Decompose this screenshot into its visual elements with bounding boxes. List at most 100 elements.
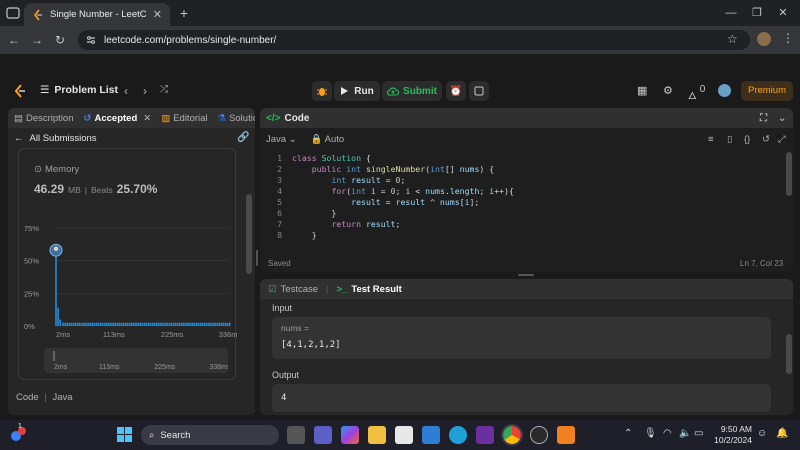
browser-tab[interactable]: Single Number - LeetCode ✕: [24, 3, 170, 26]
site-settings-icon[interactable]: [86, 35, 96, 45]
tail-bar: [74, 322, 77, 326]
file-explorer-icon[interactable]: [368, 426, 386, 444]
tray-chevron-icon[interactable]: ⌃: [624, 428, 632, 439]
bookmark-icon[interactable]: ▯: [727, 134, 732, 145]
taskbar-search[interactable]: ⌕ Search: [141, 425, 279, 445]
collapse-icon[interactable]: ⌄: [778, 113, 786, 124]
tab-accepted[interactable]: ↺ Accepted ✕: [84, 113, 152, 124]
github-icon[interactable]: [530, 426, 548, 444]
tail-bar: [166, 322, 169, 326]
streak-counter[interactable]: 🜂 0: [688, 84, 705, 105]
task-view-icon[interactable]: [287, 426, 305, 444]
chrome-icon[interactable]: [501, 424, 523, 446]
wifi-icon[interactable]: ◠: [663, 428, 672, 439]
restore-icon[interactable]: ❐: [748, 4, 766, 22]
system-clock[interactable]: 9:50 AM 10/2/2024: [710, 424, 752, 446]
copilot-icon[interactable]: [341, 426, 359, 444]
reset-icon[interactable]: ↺: [762, 134, 770, 145]
back-icon[interactable]: ←: [6, 32, 22, 48]
close-window-icon[interactable]: ✕: [774, 4, 792, 22]
tail-bar: [193, 322, 196, 326]
settings-gear-icon[interactable]: ⚙: [663, 84, 673, 97]
auto-mode[interactable]: 🔒 Auto: [311, 134, 345, 145]
left-panel-scrollbar[interactable]: [246, 194, 252, 274]
code-panel-header: </> Code ⛶ ⌄: [260, 108, 793, 128]
expand-icon[interactable]: ⤢: [778, 134, 786, 145]
tab-search-icon[interactable]: [6, 6, 20, 20]
format-icon[interactable]: ≡: [708, 134, 714, 145]
vertical-splitter[interactable]: [256, 250, 258, 266]
footer-lang-label: Java: [52, 392, 73, 403]
memory-distribution-chart[interactable]: 75% 50% 25% 0% 2ms 113ms 225ms 336ms: [22, 218, 237, 344]
tail-bar: [160, 322, 162, 326]
user-avatar[interactable]: [718, 84, 731, 97]
store-icon[interactable]: [395, 426, 413, 444]
editor-scrollbar[interactable]: [786, 152, 792, 196]
tail-bar: [112, 322, 114, 326]
volume-icon[interactable]: 🔈: [679, 428, 691, 439]
tail-bar: [228, 322, 231, 326]
debug-button[interactable]: [312, 81, 332, 101]
code-content[interactable]: 1 class Solution { 2 public int singleNum…: [260, 153, 780, 241]
close-tab-accepted-icon[interactable]: ✕: [143, 113, 151, 124]
tail-bar: [116, 322, 119, 326]
browser-menu-icon[interactable]: ⋮: [782, 31, 794, 45]
tab-solutions[interactable]: ⚗Solutio: [218, 113, 255, 124]
tab-editorial[interactable]: ▥ Editorial: [161, 113, 207, 124]
horizontal-splitter[interactable]: [518, 274, 534, 276]
forward-icon[interactable]: →: [29, 32, 45, 48]
tab-testcase[interactable]: ☑ Testcase: [268, 284, 318, 295]
close-tab-icon[interactable]: ✕: [153, 8, 162, 21]
vlc-icon[interactable]: [557, 426, 575, 444]
mail-icon[interactable]: [422, 426, 440, 444]
intellij-icon[interactable]: [476, 426, 494, 444]
test-panel-scrollbar[interactable]: [786, 334, 792, 374]
url-field[interactable]: leetcode.com/problems/single-number/: [78, 30, 750, 50]
range-selector[interactable]: 2ms 113ms 225ms 336ms: [44, 348, 228, 373]
tail-bar: [158, 322, 160, 326]
tail-bar: [81, 322, 83, 326]
notifications-bell-icon[interactable]: 🔔: [776, 428, 788, 439]
leetcode-logo-icon[interactable]: [12, 83, 28, 99]
microphone-icon[interactable]: 🎙: [644, 428, 657, 439]
premium-button[interactable]: Premium: [741, 81, 793, 101]
share-link-icon[interactable]: 🔗: [237, 132, 249, 143]
tail-bar: [87, 322, 89, 326]
layout-grid-icon[interactable]: ▦: [637, 84, 647, 97]
y-tick-label: 0%: [24, 322, 35, 331]
submit-button[interactable]: Submit: [382, 81, 442, 101]
code-brackets-icon: </>: [266, 112, 281, 124]
minimize-icon[interactable]: —: [722, 4, 740, 22]
profile-avatar[interactable]: [757, 32, 771, 46]
braces-icon[interactable]: {}: [744, 134, 750, 145]
reload-icon[interactable]: ↻: [52, 32, 68, 48]
tail-bar: [141, 322, 144, 326]
teams-icon[interactable]: [314, 426, 332, 444]
code-line: 5 result = result ^ nums[i];: [277, 197, 480, 207]
random-problem-icon[interactable]: ⤮: [160, 84, 168, 95]
x-tick-label: 2ms: [56, 330, 70, 339]
prev-problem-icon[interactable]: ‹: [124, 84, 128, 98]
notes-button[interactable]: [469, 81, 489, 101]
clock-date: 10/2/2024: [714, 435, 752, 445]
emoji-icon[interactable]: ☺: [757, 428, 767, 439]
tail-bar: [135, 322, 137, 326]
tail-bar: [139, 322, 141, 326]
next-problem-icon[interactable]: ›: [143, 84, 147, 98]
language-select[interactable]: Java ⌄: [266, 134, 297, 145]
tail-bar: [137, 322, 139, 326]
bookmark-star-icon[interactable]: ☆: [727, 32, 738, 46]
run-button[interactable]: Run: [334, 81, 380, 101]
tab-test-result[interactable]: >_ Test Result: [337, 284, 402, 295]
tab-description[interactable]: ▤ Description: [14, 113, 74, 124]
battery-icon[interactable]: ▭: [694, 428, 703, 439]
problem-list-button[interactable]: ☰ Problem List: [40, 84, 118, 96]
edge-icon[interactable]: [449, 426, 467, 444]
bug-icon: [317, 88, 327, 96]
timer-icon[interactable]: ⏰: [446, 81, 466, 101]
all-submissions-link[interactable]: ← All Submissions: [14, 133, 97, 144]
fullscreen-icon[interactable]: ⛶: [760, 113, 767, 124]
new-tab-button[interactable]: +: [176, 5, 192, 21]
tail-bar: [197, 322, 200, 326]
windows-start-icon[interactable]: [117, 427, 132, 442]
